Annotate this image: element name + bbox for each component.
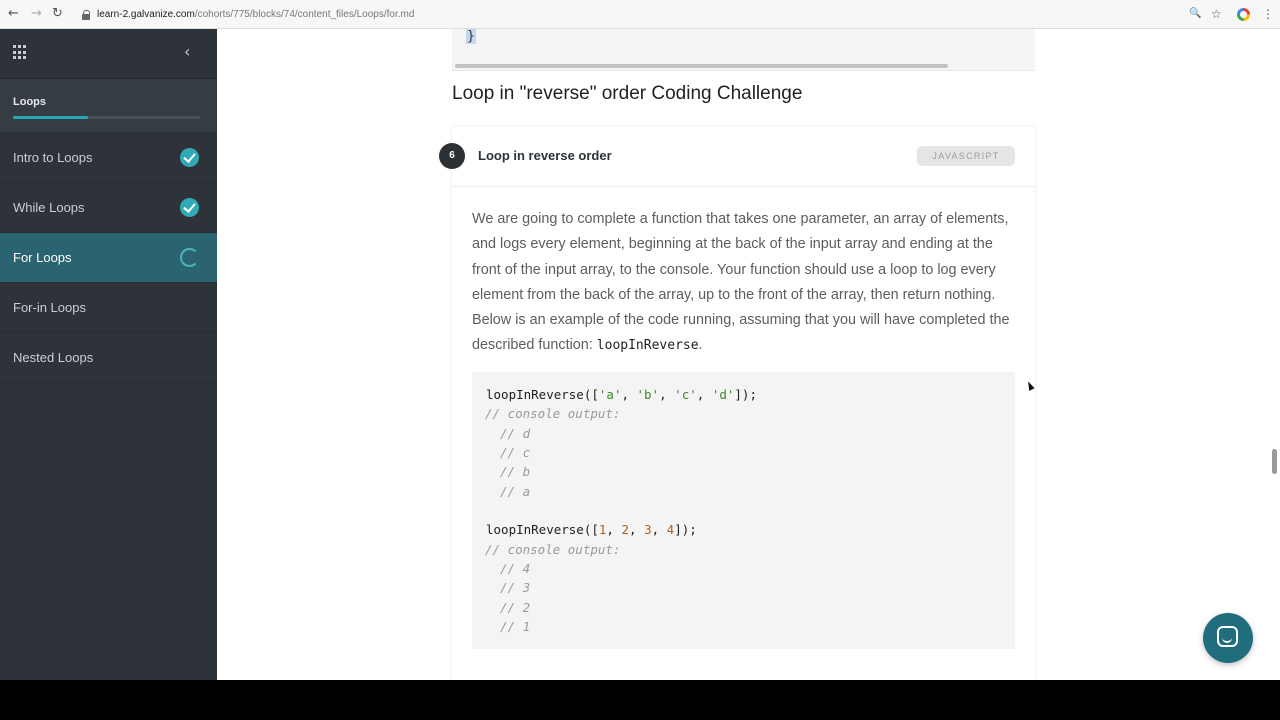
code-comment: // console output: <box>485 406 621 421</box>
main-content: } Loop in "reverse" order Coding Challen… <box>217 29 1280 680</box>
code-comment: // 2 <box>500 600 531 615</box>
lock-icon <box>82 9 91 20</box>
profile-avatar[interactable] <box>1237 8 1250 21</box>
sidebar: ‹ Loops Intro to Loops While Loops For L… <box>0 29 217 680</box>
module-progress-fill <box>13 116 88 119</box>
code-fn-call: loopInReverse([ <box>486 522 599 537</box>
code-line: loopInReverse([1, 2, 3, 4]); <box>486 522 697 537</box>
code-string: 'b' <box>636 387 660 402</box>
in-progress-icon <box>180 248 199 267</box>
forward-icon[interactable]: → <box>31 7 42 21</box>
complete-check-icon <box>180 148 199 167</box>
menu-icon[interactable]: ⋮ <box>1262 7 1274 21</box>
collapse-sidebar-icon[interactable]: ‹ <box>184 42 190 61</box>
code-comment: // 1 <box>500 619 531 634</box>
chat-support-button[interactable] <box>1203 613 1253 663</box>
description-end: . <box>698 337 703 354</box>
vertical-scrollbar-thumb[interactable] <box>1272 449 1277 474</box>
code-comment: // console output: <box>485 542 621 557</box>
code-number: 1 <box>598 522 607 537</box>
scrollbar-thumb[interactable] <box>455 64 948 68</box>
code-comment: // d <box>500 426 531 441</box>
sidebar-item-label: For Loops <box>13 250 72 265</box>
star-icon[interactable]: ☆ <box>1211 7 1222 21</box>
code-fn-end: ]); <box>734 387 757 402</box>
code-fn-call: loopInReverse([ <box>486 387 599 402</box>
url-path: /cohorts/775/blocks/74/content_files/Loo… <box>194 9 415 20</box>
section-title: Loop in "reverse" order Coding Challenge <box>452 83 803 104</box>
code-line: loopInReverse(['a', 'b', 'c', 'd']); <box>486 387 757 402</box>
complete-check-icon <box>180 198 199 217</box>
sidebar-item-label: For-in Loops <box>13 300 86 315</box>
code-comment: // b <box>500 464 531 479</box>
chat-icon <box>1217 626 1238 647</box>
sidebar-header: ‹ <box>0 29 217 79</box>
code-comment: // 3 <box>500 580 531 595</box>
sidebar-module-title: Loops <box>0 79 217 133</box>
code-line: } <box>466 29 476 44</box>
challenge-header[interactable]: 6 Loop in reverse order JAVASCRIPT <box>439 127 1035 187</box>
previous-code-block: } <box>452 29 1035 63</box>
address-bar[interactable]: learn-2.galvanize.com/cohorts/775/blocks… <box>78 4 1253 25</box>
back-icon[interactable]: ← <box>8 7 19 21</box>
module-title: Loops <box>13 96 46 108</box>
code-comment: // 4 <box>500 561 531 576</box>
sidebar-item-nested-loops[interactable]: Nested Loops <box>0 333 217 383</box>
horizontal-scrollbar[interactable] <box>452 63 1035 71</box>
code-comment: // c <box>500 445 531 460</box>
language-badge: JAVASCRIPT <box>917 146 1015 166</box>
apps-grid-icon[interactable] <box>13 45 28 60</box>
challenge-card: 6 Loop in reverse order JAVASCRIPT We ar… <box>439 127 1035 680</box>
module-progress-bar <box>13 116 200 119</box>
sidebar-item-label: Nested Loops <box>13 350 94 365</box>
code-string: 'd' <box>711 387 735 402</box>
url-host: learn-2.galvanize.com <box>97 9 195 20</box>
challenge-title: Loop in reverse order <box>478 148 612 163</box>
code-comment: // a <box>500 484 531 499</box>
screen-bottom-bar <box>0 680 1280 720</box>
code-fn-end: ]); <box>674 522 697 537</box>
example-code-block: loopInReverse(['a', 'b', 'c', 'd']); // … <box>472 372 1015 649</box>
code-number: 2 <box>621 522 630 537</box>
sidebar-item-label: Intro to Loops <box>13 150 93 165</box>
sidebar-item-for-in-loops[interactable]: For-in Loops <box>0 283 217 333</box>
code-string: 'c' <box>674 387 697 402</box>
sidebar-item-intro-to-loops[interactable]: Intro to Loops <box>0 133 217 183</box>
sidebar-item-while-loops[interactable]: While Loops <box>0 183 217 233</box>
challenge-number-badge: 6 <box>439 143 465 169</box>
sidebar-item-for-loops[interactable]: For Loops <box>0 233 217 283</box>
browser-toolbar: ← → ↻ learn-2.galvanize.com/cohorts/775/… <box>0 0 1280 29</box>
code-number: 3 <box>644 522 652 537</box>
description-text: We are going to complete a function that… <box>472 211 1010 354</box>
code-string: 'a' <box>598 387 622 402</box>
sidebar-item-label: While Loops <box>13 200 85 215</box>
function-name-code: loopInReverse <box>596 338 699 354</box>
challenge-description: We are going to complete a function that… <box>472 207 1020 359</box>
zoom-icon[interactable]: 🔍 <box>1189 7 1201 21</box>
reload-icon[interactable]: ↻ <box>52 7 63 21</box>
